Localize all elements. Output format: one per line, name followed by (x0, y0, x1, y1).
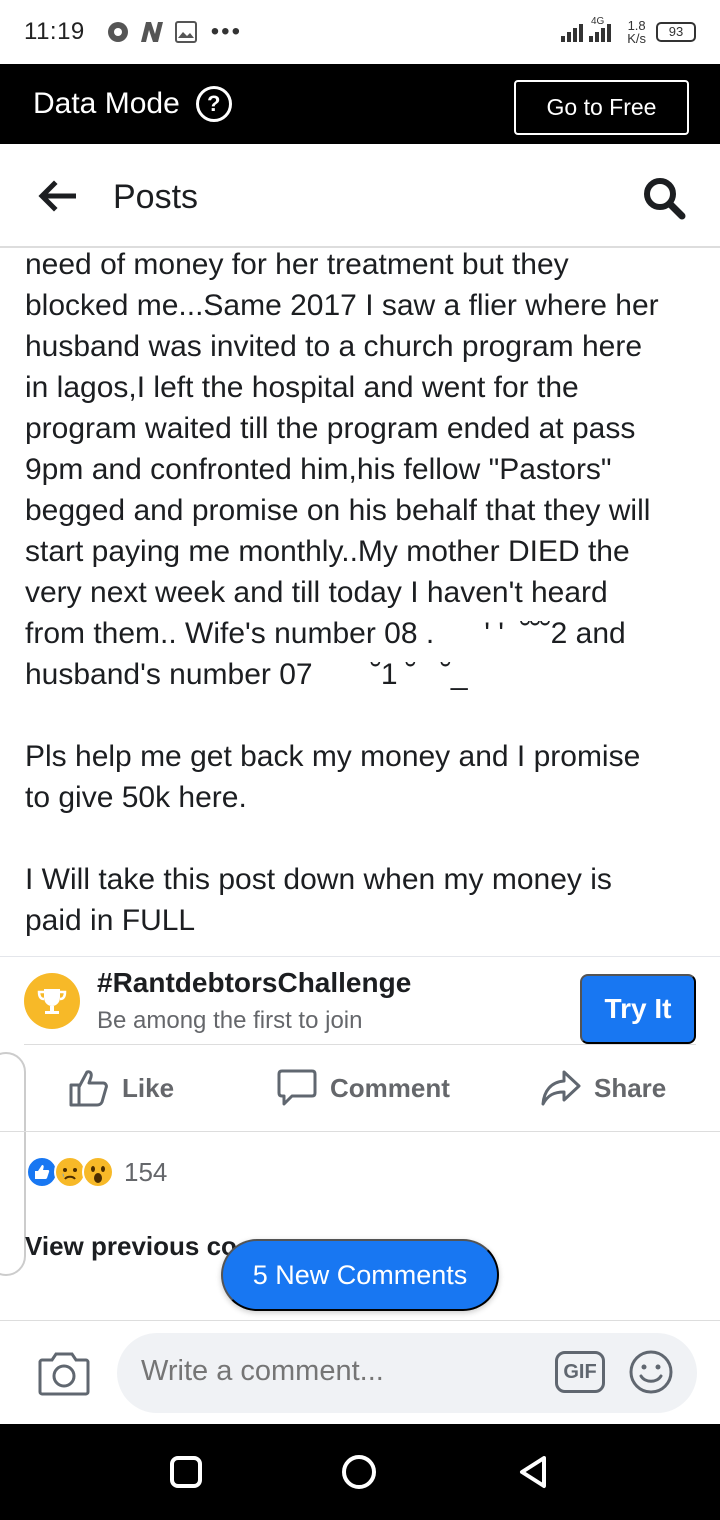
trophy-icon (24, 973, 80, 1029)
svg-text:4G: 4G (591, 16, 605, 27)
status-time: 11:19 (24, 18, 85, 45)
post-line: Pls help me get back my money and I prom… (25, 740, 641, 773)
more-notifications: ••• (210, 18, 242, 45)
like-icon (69, 1070, 108, 1107)
post-line: start paying me monthly..My mother DIED … (25, 535, 630, 568)
post-line: blocked me...Same 2017 I saw a flier whe… (25, 289, 659, 322)
help-icon[interactable]: ? (195, 86, 232, 122)
post-line (25, 818, 705, 859)
post-line: in lagos,I left the hospital and went fo… (25, 371, 579, 404)
post-line: program waited till the program ended at… (25, 412, 636, 445)
back-arrow-icon[interactable] (36, 178, 76, 214)
comment-label: Comment (330, 1072, 450, 1103)
like-label: Like (122, 1072, 175, 1103)
comment-button[interactable]: Comment (276, 1068, 450, 1108)
search-icon[interactable] (642, 176, 686, 220)
share-label: Share (594, 1072, 667, 1103)
challenge-subtitle: Be among the first to join (97, 1007, 363, 1034)
challenge-banner: #RantdebtorsChallenge Be among the first… (0, 956, 720, 1045)
camera-icon[interactable] (38, 1350, 90, 1396)
net-speed-value: 1.8 (627, 17, 646, 33)
reaction-summary[interactable]: 154 (26, 1156, 167, 1188)
status-bar: 11:19 ••• 4G 1.8 K/s 93 (0, 0, 720, 64)
chrome-icon (105, 19, 131, 45)
app-n-icon (139, 19, 165, 45)
data-mode-title: Data Mode (33, 87, 180, 120)
divider (24, 1044, 696, 1045)
recents-icon[interactable] (168, 1454, 204, 1490)
post-line: husband was invited to a church program … (25, 330, 643, 363)
home-icon[interactable] (341, 1454, 377, 1490)
data-mode-bar: Data Mode ? Go to Free (0, 64, 720, 144)
wow-reaction-icon (82, 1156, 114, 1188)
post-line: need of money for her treatment but they (25, 248, 569, 281)
posts-header: Posts (0, 144, 720, 248)
emoji-icon[interactable] (628, 1349, 674, 1395)
comment-box[interactable]: GIF (117, 1333, 697, 1413)
net-speed-unit: K/s (627, 30, 646, 46)
new-comments-button[interactable]: 5 New Comments (221, 1239, 499, 1311)
challenge-title[interactable]: #RantdebtorsChallenge (97, 967, 411, 999)
share-icon (541, 1070, 581, 1106)
post-line: from them.. Wife's number 08 . ' ' ˘˘˘2 … (25, 617, 626, 650)
gif-icon[interactable]: GIF (555, 1351, 605, 1393)
post-line: to give 50k here. (25, 781, 247, 814)
page-title: Posts (113, 178, 199, 216)
post-line (25, 695, 705, 736)
net-speed: 1.8 K/s (627, 19, 646, 45)
share-button[interactable]: Share (540, 1068, 666, 1108)
comment-icon (277, 1069, 317, 1106)
post-line: paid in FULL (25, 904, 196, 937)
signal-icon: 4G (561, 14, 617, 49)
post-line: begged and promise on his behalf that th… (25, 494, 651, 527)
status-right: 4G 1.8 K/s 93 (561, 14, 696, 49)
post-line: I Will take this post down when my money… (25, 863, 612, 896)
comment-composer: GIF (0, 1320, 720, 1424)
go-to-free-button[interactable]: Go to Free (514, 80, 689, 135)
notification-icons: ••• (105, 18, 242, 46)
post-body: need of money for her treatment but they… (25, 244, 705, 941)
system-nav-bar (0, 1424, 720, 1520)
post-line: very next week and till today I haven't … (25, 576, 608, 609)
post-actions: Like Comment Share (0, 1046, 720, 1132)
gallery-icon (173, 19, 199, 45)
post-line: 9pm and confronted him,his fellow "Pasto… (25, 453, 612, 486)
post-line: husband's number 07 ˘1 ˘ ˘_ (25, 658, 468, 691)
view-previous-comments-link[interactable]: View previous co (25, 1231, 237, 1262)
battery-icon: 93 (656, 21, 696, 42)
like-button[interactable]: Like (68, 1068, 174, 1108)
try-it-button[interactable]: Try It (580, 974, 696, 1044)
comment-input[interactable] (141, 1355, 541, 1388)
back-nav-icon[interactable] (516, 1454, 552, 1490)
reaction-count: 154 (124, 1156, 168, 1187)
